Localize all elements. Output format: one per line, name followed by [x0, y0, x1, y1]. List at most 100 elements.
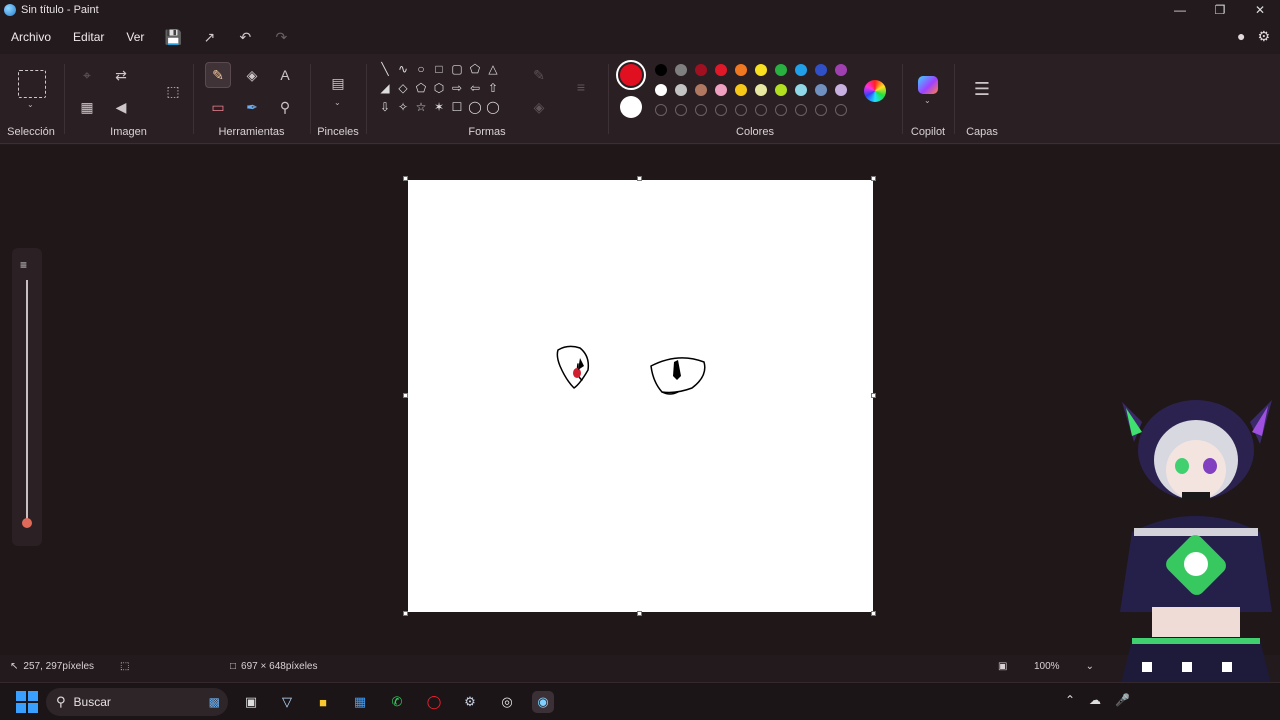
resize-handle-w[interactable] — [403, 393, 408, 398]
file-explorer-icon[interactable]: ■ — [312, 691, 334, 713]
custom-color-slot[interactable] — [815, 104, 827, 116]
copilot-icon[interactable] — [918, 76, 938, 94]
account-icon[interactable]: ● — [1237, 28, 1245, 45]
custom-color-slot[interactable] — [835, 104, 847, 116]
crop-icon[interactable]: ⌖ — [74, 62, 100, 88]
task-view-icon[interactable]: ▣ — [240, 691, 262, 713]
redo-icon[interactable]: ↷ — [263, 29, 299, 46]
chevron-down-icon[interactable]: ⌄ — [334, 98, 341, 107]
resize-handle-ne[interactable] — [871, 176, 876, 181]
settings-gear-icon[interactable]: ⚙ — [1257, 28, 1270, 45]
triangle-shape-icon[interactable]: △ — [484, 62, 502, 81]
layers-icon[interactable]: ☰ — [969, 76, 995, 102]
rectangle-shape-icon[interactable]: □ — [430, 62, 448, 81]
arrow-left-shape-icon[interactable]: ⇦ — [466, 81, 484, 100]
resize-handle-nw[interactable] — [403, 176, 408, 181]
star6-shape-icon[interactable]: ✶ — [430, 100, 448, 119]
color-swatch[interactable] — [795, 84, 807, 96]
right-triangle-shape-icon[interactable]: ◢ — [376, 81, 394, 100]
shape-size-icon[interactable]: ≡ — [568, 74, 594, 100]
rounded-rectangle-shape-icon[interactable]: ▢ — [448, 62, 466, 81]
fill-bucket-icon[interactable]: ◈ — [239, 62, 265, 88]
settings-app-icon[interactable]: ⚙ — [459, 691, 481, 713]
edit-colors-icon[interactable] — [864, 80, 886, 102]
resize-handle-se[interactable] — [871, 611, 876, 616]
custom-color-slot[interactable] — [755, 104, 767, 116]
custom-color-slot[interactable] — [795, 104, 807, 116]
menu-ver[interactable]: Ver — [115, 30, 155, 44]
resize-handle-sw[interactable] — [403, 611, 408, 616]
obs-icon[interactable]: ◎ — [496, 691, 518, 713]
color-picker-icon[interactable]: ✒ — [239, 94, 265, 120]
paint-taskbar-icon[interactable]: ◉ — [532, 691, 554, 713]
custom-color-slot[interactable] — [695, 104, 707, 116]
resize-handle-n[interactable] — [637, 176, 642, 181]
windows-start-icon[interactable] — [16, 691, 38, 713]
minimize-icon[interactable]: — — [1160, 0, 1200, 20]
brush-size-thumb[interactable] — [22, 518, 32, 528]
shape-outline-icon[interactable]: ✎ — [526, 62, 552, 88]
drawing-canvas[interactable] — [408, 180, 873, 612]
arrow-up-shape-icon[interactable]: ⇧ — [484, 81, 502, 100]
resize-icon[interactable]: ⇄ — [108, 62, 134, 88]
star4-shape-icon[interactable]: ✧ — [394, 100, 412, 119]
custom-color-slot[interactable] — [775, 104, 787, 116]
color-swatch[interactable] — [675, 64, 687, 76]
magnifier-icon[interactable]: ⚲ — [272, 94, 298, 120]
arrow-right-shape-icon[interactable]: ⇨ — [448, 81, 466, 100]
tray-chevron-up-icon[interactable]: ⌃ — [1065, 693, 1075, 707]
color-swatch[interactable] — [715, 64, 727, 76]
custom-color-slot[interactable] — [735, 104, 747, 116]
hexagon-shape-icon[interactable]: ⬡ — [430, 81, 448, 100]
pencil-icon[interactable]: ✎ — [205, 62, 231, 88]
primary-color-swatch[interactable] — [620, 64, 642, 86]
text-tool-icon[interactable]: A — [272, 62, 298, 88]
close-icon[interactable]: ✕ — [1240, 0, 1280, 20]
color-swatch[interactable] — [695, 64, 707, 76]
curve-shape-icon[interactable]: ∿ — [394, 62, 412, 81]
resize-handle-e[interactable] — [871, 393, 876, 398]
custom-color-slot[interactable] — [715, 104, 727, 116]
callout-rect-shape-icon[interactable]: ☐ — [448, 100, 466, 119]
chevron-down-icon[interactable]: ⌄ — [27, 100, 34, 109]
color-swatch[interactable] — [775, 64, 787, 76]
color-swatch[interactable] — [675, 84, 687, 96]
color-swatch[interactable] — [655, 64, 667, 76]
arrow-down-shape-icon[interactable]: ⇩ — [376, 100, 394, 119]
image-select-icon[interactable]: ⬚ — [160, 78, 186, 104]
custom-color-slot[interactable] — [675, 104, 687, 116]
zoom-dropdown[interactable]: 100% ⌄ — [1030, 657, 1098, 675]
undo-icon[interactable]: ↶ — [227, 29, 263, 46]
custom-color-slot[interactable] — [655, 104, 667, 116]
color-swatch[interactable] — [835, 64, 847, 76]
fit-to-window-icon[interactable]: ▣ — [998, 661, 1007, 672]
polygon-shape-icon[interactable]: ⬠ — [466, 62, 484, 81]
pinned-app-icon[interactable]: ▽ — [276, 691, 298, 713]
color-swatch[interactable] — [755, 64, 767, 76]
menu-archivo[interactable]: Archivo — [0, 30, 62, 44]
group-capas[interactable]: ☰ Capas — [956, 54, 1008, 144]
secondary-color-swatch[interactable] — [620, 96, 642, 118]
whatsapp-icon[interactable]: ✆ — [386, 691, 408, 713]
brush-icon[interactable]: ▤ — [325, 70, 351, 96]
color-swatch[interactable] — [835, 84, 847, 96]
callout-oval-shape-icon[interactable]: ◯ — [466, 100, 484, 119]
callout-cloud-shape-icon[interactable]: ◯ — [484, 100, 502, 119]
taskbar-search[interactable]: ⚲ Buscar ▩ — [46, 688, 228, 716]
color-swatch[interactable] — [815, 64, 827, 76]
microphone-icon[interactable]: 🎤 — [1115, 693, 1130, 707]
color-swatch[interactable] — [655, 84, 667, 96]
color-swatch[interactable] — [755, 84, 767, 96]
chevron-down-icon[interactable]: ⌄ — [924, 96, 931, 105]
restore-icon[interactable]: ❐ — [1200, 0, 1240, 20]
save-icon[interactable]: 💾 — [155, 29, 191, 46]
share-icon[interactable]: ↗ — [191, 29, 227, 46]
pentagon-shape-icon[interactable]: ⬠ — [412, 81, 430, 100]
microsoft-store-icon[interactable]: ▦ — [349, 691, 371, 713]
resize-handle-s[interactable] — [637, 611, 642, 616]
color-swatch[interactable] — [735, 84, 747, 96]
diamond-shape-icon[interactable]: ◇ — [394, 81, 412, 100]
selection-icon[interactable] — [18, 70, 46, 98]
color-swatch[interactable] — [735, 64, 747, 76]
star5-shape-icon[interactable]: ☆ — [412, 100, 430, 119]
